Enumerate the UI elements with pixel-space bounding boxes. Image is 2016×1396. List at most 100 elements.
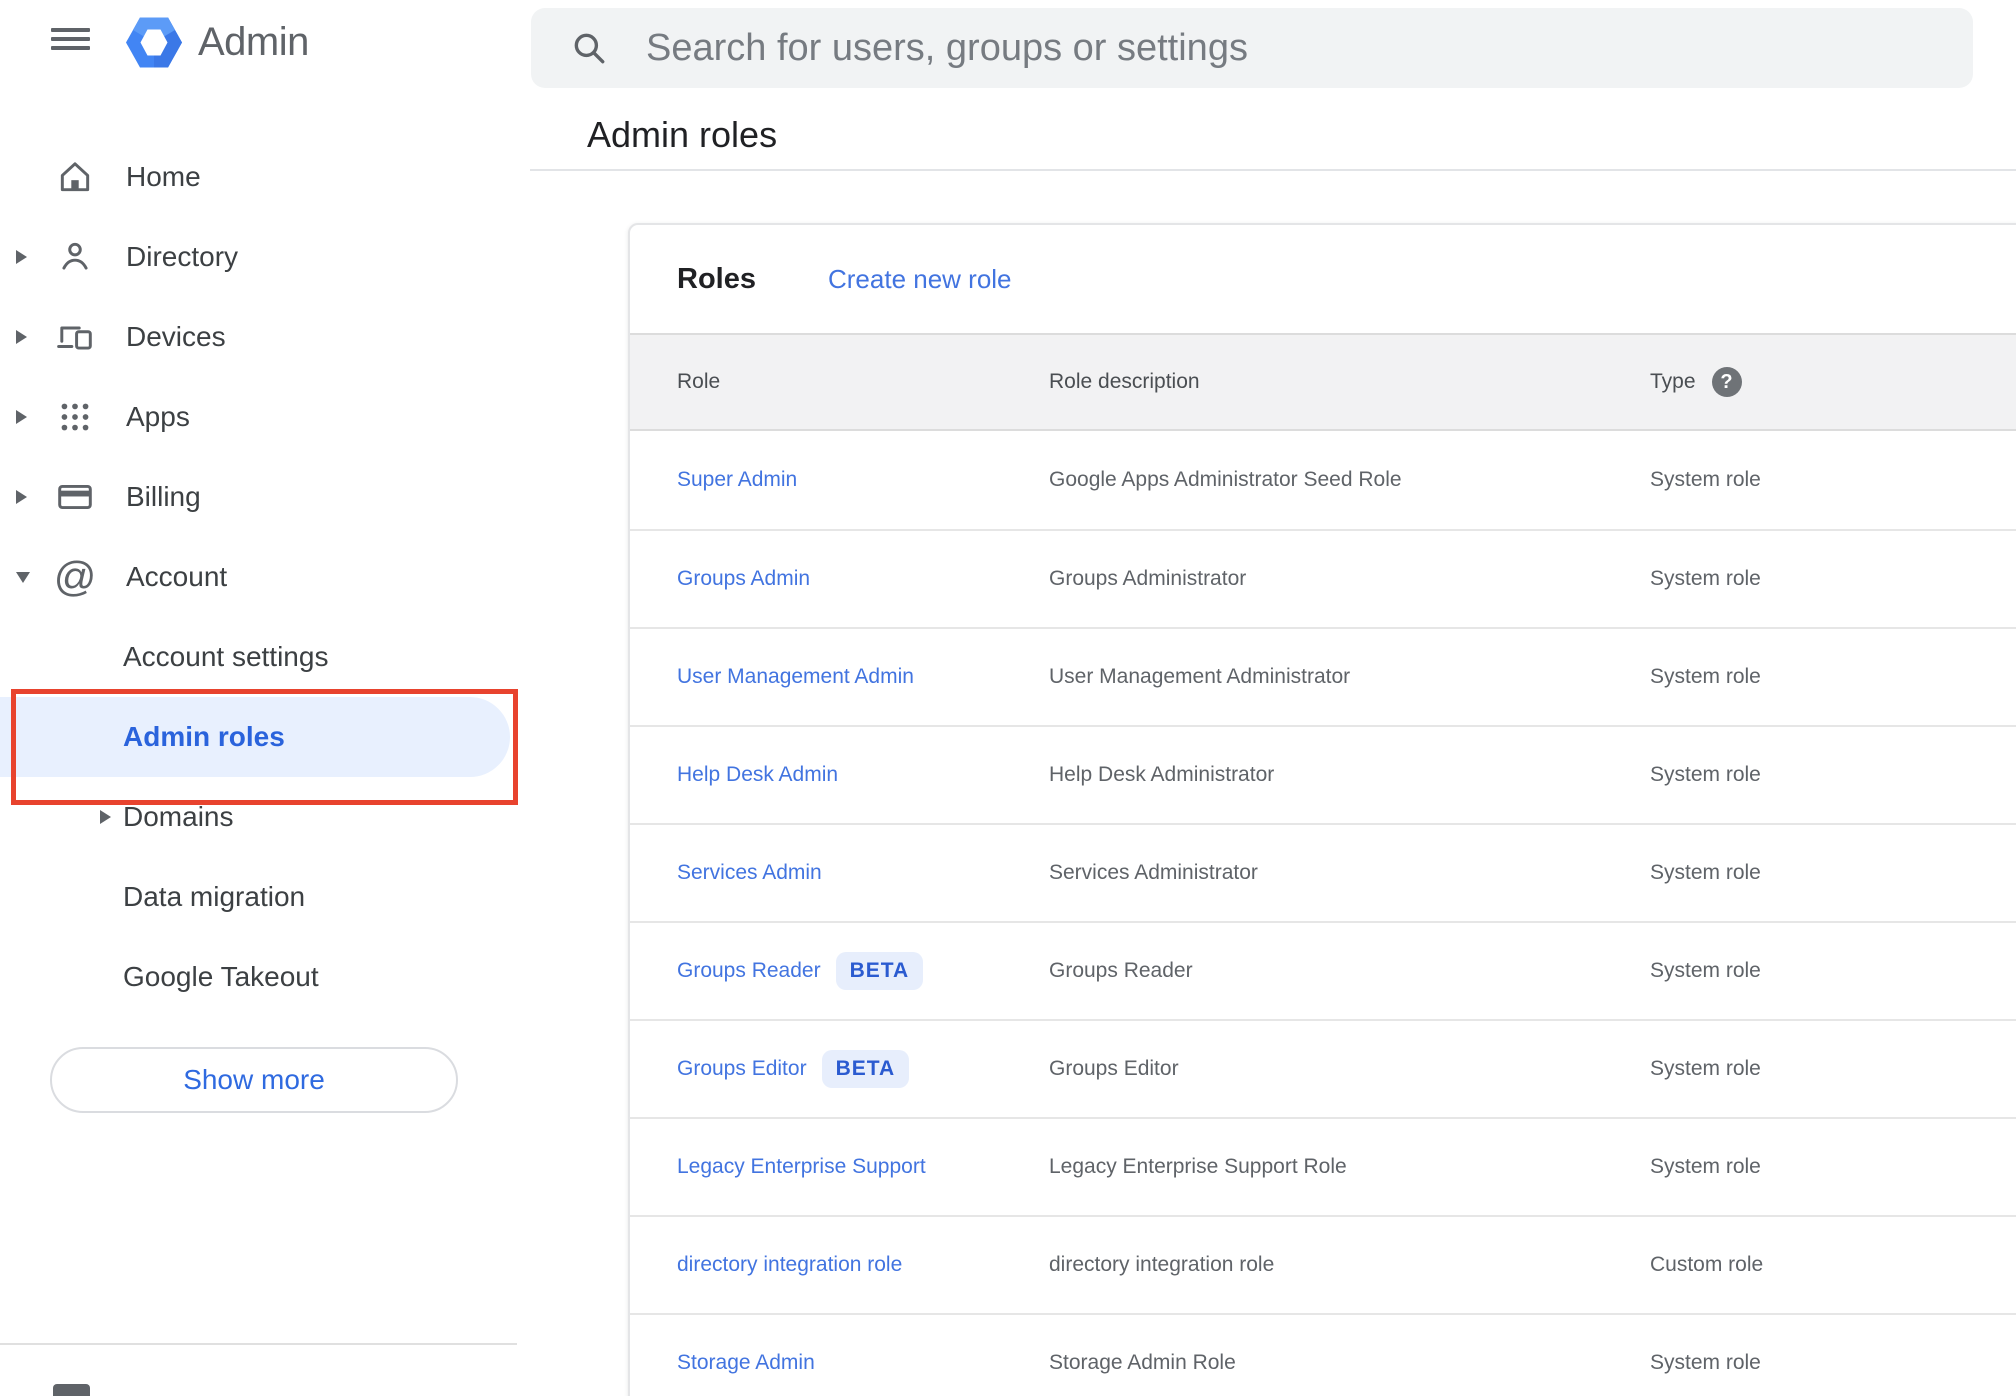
devices-icon [56,318,94,356]
role-description: Legacy Enterprise Support Role [1049,1155,1347,1178]
table-row: Services Admin Services Administrator Sy… [630,823,2016,921]
role-type: System role [1650,959,1761,982]
search-icon [570,29,608,67]
role-type: Custom role [1650,1253,1764,1276]
sidebar-item-account[interactable]: @ Account [0,537,530,617]
table-row: Super Admin Google Apps Administrator Se… [630,431,2016,529]
breadcrumb: Admin roles [587,114,778,155]
show-more-label: Show more [183,1064,325,1095]
chevron-right-icon [100,810,111,824]
search-input[interactable] [644,25,1973,71]
sidebar-nav: Home Directory Devices Apps Billing @ Ac… [0,137,530,1017]
create-new-role-link[interactable]: Create new role [828,264,1012,295]
table-row: Legacy Enterprise Support Legacy Enterpr… [630,1117,2016,1215]
logo-text: Admin [198,20,309,64]
admin-console-screen: Admin Home Directory Devices Apps Billin… [0,0,2016,1396]
table-row: Groups Admin Groups Administrator System… [630,529,2016,627]
at-sign-icon: @ [53,553,97,600]
role-link[interactable]: Legacy Enterprise Support [677,1155,926,1179]
sidebar-item-label: Directory [126,241,239,272]
credit-card-icon [56,478,94,516]
sidebar-item-label: Google Takeout [123,961,319,992]
role-type: System role [1650,1351,1761,1374]
role-description: Help Desk Administrator [1049,763,1275,786]
chevron-down-icon [16,571,30,583]
table-row: Help Desk Admin Help Desk Administrator … [630,725,2016,823]
role-link[interactable]: Groups Admin [677,567,810,591]
sidebar-item-label: Apps [126,401,190,432]
role-link[interactable]: directory integration role [677,1253,902,1277]
table-row: Groups Editor BETA Groups Editor System … [630,1019,2016,1117]
table-row: Groups Reader BETA Groups Reader System … [630,921,2016,1019]
table-row: directory integration role directory int… [630,1215,2016,1313]
partially-visible-icon [53,1384,90,1396]
sidebar-item-account-settings[interactable]: Account settings [0,617,530,697]
sidebar-item-google-takeout[interactable]: Google Takeout [0,937,530,1017]
role-link[interactable]: Storage Admin [677,1351,815,1375]
chevron-right-icon [16,250,27,264]
show-more-button[interactable]: Show more [50,1047,458,1113]
column-header-role: Role [677,370,721,393]
column-header-type: Type [1650,370,1696,393]
menu-icon[interactable] [51,28,90,52]
header-divider [530,169,2016,171]
role-description: Google Apps Administrator Seed Role [1049,468,1402,491]
person-icon [56,238,94,276]
table-row: Storage Admin Storage Admin Role System … [630,1313,2016,1396]
sidebar-item-admin-roles[interactable]: Admin roles [0,697,510,777]
role-description: Groups Reader [1049,959,1193,982]
sidebar-item-label: Account settings [123,641,329,672]
sidebar-item-apps[interactable]: Apps [0,377,530,457]
role-type: System role [1650,1057,1761,1080]
sidebar-item-label: Home [126,161,201,192]
column-header-description: Role description [1049,370,1200,393]
admin-hexagon-icon [126,17,182,68]
beta-badge: BETA [835,952,924,990]
admin-logo: Admin [126,16,309,69]
role-link[interactable]: Groups Editor [677,1057,807,1081]
role-link[interactable]: Services Admin [677,861,822,885]
role-description: Groups Administrator [1049,567,1247,590]
panel-title: Roles [677,262,756,295]
roles-panel: Roles Create new role Role Role descript… [628,223,2016,1396]
sidebar-divider [0,1343,517,1345]
sidebar-item-label: Account [126,561,228,592]
role-link[interactable]: User Management Admin [677,665,914,689]
search-bar[interactable] [531,8,1973,88]
table-row: User Management Admin User Management Ad… [630,627,2016,725]
role-type: System role [1650,665,1761,688]
role-link[interactable]: Help Desk Admin [677,763,838,787]
role-description: User Management Administrator [1049,665,1351,688]
role-type: System role [1650,763,1761,786]
chevron-right-icon [16,330,27,344]
table-header-row: Role Role description Type ? [630,333,2016,431]
role-description: Storage Admin Role [1049,1351,1236,1374]
sidebar-item-billing[interactable]: Billing [0,457,530,537]
chevron-right-icon [16,490,27,504]
sidebar: Admin Home Directory Devices Apps Billin… [0,0,530,1396]
role-description: directory integration role [1049,1253,1275,1276]
role-link[interactable]: Super Admin [677,468,797,492]
role-type: System role [1650,1155,1761,1178]
role-type: System role [1650,861,1761,884]
sidebar-item-label: Devices [126,321,226,352]
chevron-right-icon [16,410,27,424]
help-icon[interactable]: ? [1711,367,1742,397]
apps-grid-icon [56,398,94,436]
role-type: System role [1650,567,1761,590]
sidebar-item-label: Data migration [123,881,306,912]
sidebar-item-devices[interactable]: Devices [0,297,530,377]
role-description: Services Administrator [1049,861,1258,884]
sidebar-item-label: Billing [126,481,201,512]
beta-badge: BETA [821,1050,910,1088]
sidebar-item-label: Admin roles [123,721,285,752]
home-icon [56,158,94,196]
role-description: Groups Editor [1049,1057,1179,1080]
role-type: System role [1650,468,1761,491]
sidebar-item-directory[interactable]: Directory [0,217,530,297]
sidebar-item-home[interactable]: Home [0,137,530,217]
sidebar-item-domains[interactable]: Domains [0,777,530,857]
role-link[interactable]: Groups Reader [677,959,821,983]
sidebar-item-data-migration[interactable]: Data migration [0,857,530,937]
roles-panel-header: Roles Create new role [630,225,2016,333]
